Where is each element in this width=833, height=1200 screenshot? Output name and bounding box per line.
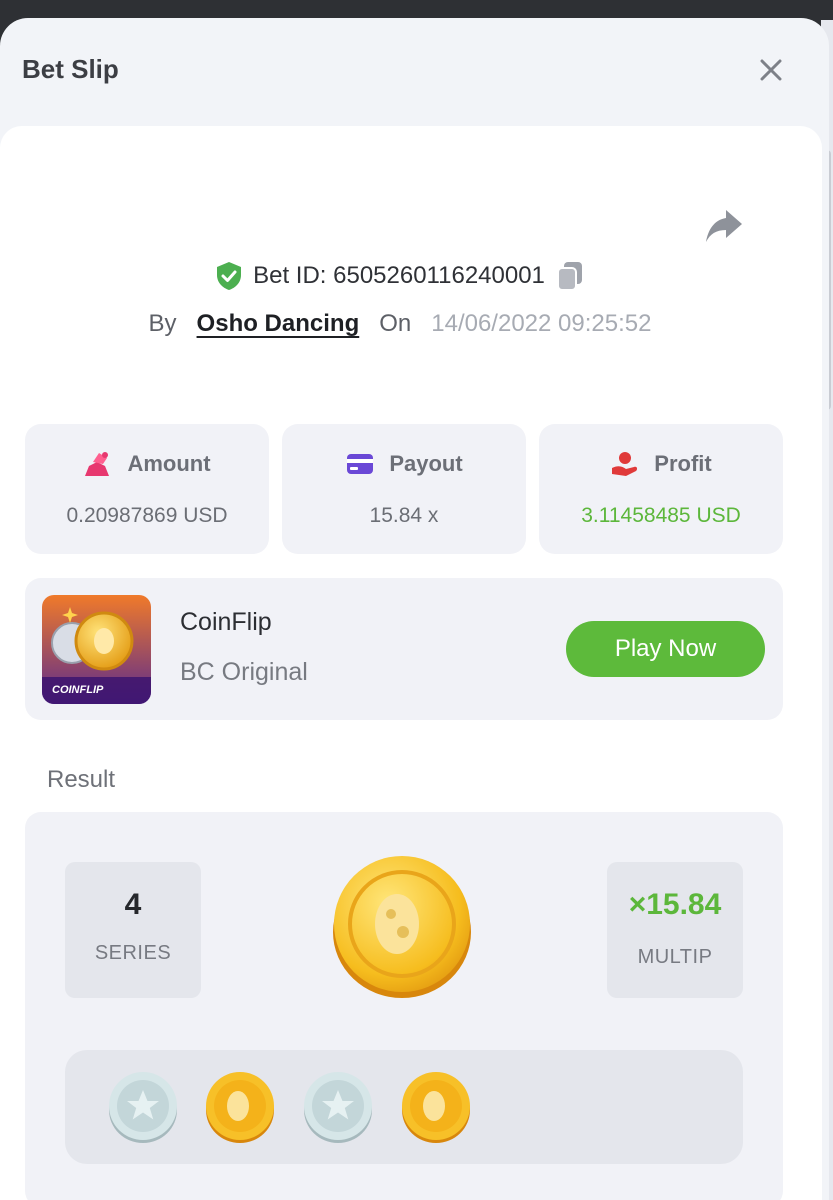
- stat-value-profit: 3.11458485 USD: [581, 504, 741, 527]
- stat-card-payout: Payout 15.84 x: [282, 424, 526, 554]
- silver-star-coin-icon: [304, 1072, 372, 1143]
- stat-label: Profit: [654, 451, 712, 476]
- gold-coin-icon: [206, 1072, 274, 1143]
- on-label: On: [379, 310, 412, 337]
- user-link[interactable]: Osho Dancing: [197, 310, 360, 338]
- bet-stats: Amount 0.20987869 USD Payout 15.84 x Pro…: [25, 424, 783, 554]
- play-now-button[interactable]: Play Now: [566, 621, 765, 677]
- stat-card-profit: Profit 3.11458485 USD: [539, 424, 783, 554]
- modal-title: Bet Slip: [22, 54, 119, 84]
- series-label: SERIES: [94, 942, 172, 964]
- thumb-text: COINFLIP: [52, 684, 104, 696]
- stat-label: Amount: [127, 451, 211, 476]
- stat-value-amount: 0.20987869 USD: [66, 504, 228, 527]
- stat-value-payout: 15.84 x: [369, 504, 439, 527]
- modal-header: Bet Slip: [0, 18, 829, 128]
- bet-slip-content: Bet ID: 6505260116240001 By Osho Dancing…: [0, 126, 822, 1200]
- coinflip-logo-icon: COINFLIP: [42, 595, 151, 704]
- coin-history-strip: [65, 1050, 743, 1164]
- copy-icon[interactable]: [555, 260, 585, 292]
- bet-id: Bet ID: 6505260116240001: [253, 262, 545, 289]
- game-name[interactable]: CoinFlip: [180, 608, 272, 637]
- gold-coin-icon: [402, 1072, 470, 1143]
- result-card: 4 SERIES ×15.84 MULTIP: [25, 812, 783, 1200]
- share-icon: [706, 210, 742, 242]
- share-button[interactable]: [702, 206, 746, 246]
- shield-check-icon: [217, 262, 242, 290]
- series-value: 4: [124, 888, 142, 921]
- bet-id-row: Bet ID: 6505260116240001: [0, 258, 800, 294]
- stat-label: Payout: [389, 451, 463, 476]
- stat-card-amount: Amount 0.20987869 USD: [25, 424, 269, 554]
- multiplier-label: MULTIP: [637, 946, 713, 968]
- game-card: COINFLIP CoinFlip BC Original Play Now: [25, 578, 783, 720]
- game-thumbnail[interactable]: COINFLIP: [42, 595, 151, 704]
- close-button[interactable]: [757, 56, 785, 84]
- window-top-bar: [0, 0, 833, 20]
- profit-hand-icon: [612, 452, 638, 476]
- bet-slip-modal: Bet Slip Bet ID: 6505260116240001 By Osh…: [0, 18, 829, 1200]
- card-icon: [347, 454, 374, 474]
- multiplier-box: ×15.84 MULTIP: [607, 862, 743, 998]
- bet-datetime: 14/06/2022 09:25:52: [431, 310, 652, 337]
- series-box: 4 SERIES: [65, 862, 201, 998]
- bet-meta-row: By Osho Dancing On 14/06/2022 09:25:52: [0, 306, 800, 342]
- result-label: Result: [47, 766, 116, 793]
- gold-coin-icon: [333, 856, 471, 998]
- amount-icon: [85, 452, 110, 476]
- multiplier-value: ×15.84: [628, 888, 722, 921]
- game-provider: BC Original: [180, 658, 308, 686]
- silver-star-coin-icon: [109, 1072, 177, 1143]
- by-label: By: [148, 310, 177, 337]
- close-icon: [760, 59, 782, 81]
